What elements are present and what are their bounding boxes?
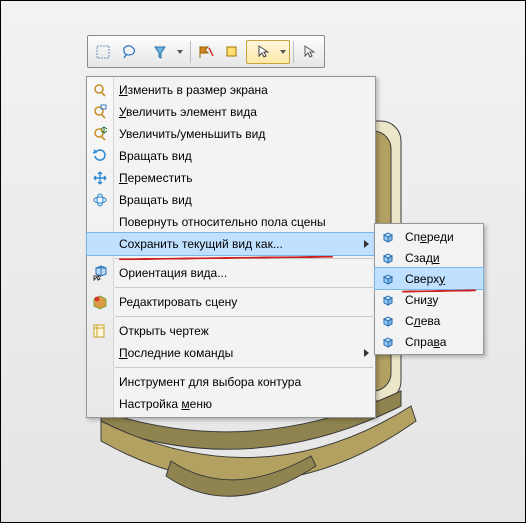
menu-item-label: Вращать вид — [119, 193, 192, 207]
menu-item-label: Инструмент для выбора контура — [119, 375, 301, 389]
pointer-dropdown-button[interactable] — [246, 40, 290, 64]
cursor-button[interactable] — [297, 40, 321, 64]
menu-separator — [115, 367, 373, 368]
menu-item-label: Редактировать сцену — [119, 295, 237, 309]
blank-icon — [91, 395, 109, 413]
menu-item-label: Последние команды — [119, 346, 233, 360]
view-context-menu: Изменить в размер экрана Увеличить элемен… — [86, 76, 376, 418]
toolbar-separator — [190, 41, 191, 63]
zoom-fit-icon — [91, 81, 109, 99]
menu-item-label: Слева — [405, 314, 440, 328]
blank-icon — [91, 213, 109, 231]
drawing-icon — [91, 322, 109, 340]
menu-item-0[interactable]: Открыть чертеж — [87, 320, 375, 342]
chevron-down-icon — [280, 50, 286, 54]
submenu-item-3[interactable]: Снизу — [375, 289, 483, 310]
menu-item-4[interactable]: Переместить — [87, 167, 375, 189]
submenu-item-1[interactable]: Сзади — [375, 247, 483, 268]
menu-item-label: Изменить в размер экрана — [119, 83, 268, 97]
blank-icon — [91, 344, 109, 362]
toolbar-separator — [293, 41, 294, 63]
menu-item-label: Снизу — [405, 293, 438, 307]
zoom-element-icon — [91, 103, 109, 121]
menu-item-2[interactable]: Увеличить/уменьшить вид — [87, 123, 375, 145]
selection-toolbar — [87, 35, 325, 68]
submenu-arrow-icon — [364, 240, 369, 248]
menu-item-label: Справа — [405, 335, 446, 349]
menu-item-label: Повернуть относительно пола сцены — [119, 215, 326, 229]
chevron-down-icon — [177, 50, 183, 54]
pan-icon — [91, 169, 109, 187]
menu-item-0[interactable]: Инструмент для выбора контура — [87, 371, 375, 393]
cube-icon — [379, 249, 397, 267]
cube-icon — [379, 333, 397, 351]
menu-item-1[interactable]: Последние команды — [87, 342, 375, 364]
save-view-submenu: Спереди Сзади Сверху Снизу Слева Справа — [374, 223, 484, 355]
menu-item-0[interactable]: Изменить в размер экрана — [87, 79, 375, 101]
submenu-item-2[interactable]: Сверху — [375, 268, 483, 289]
menu-item-label: Спереди — [405, 230, 454, 244]
submenu-item-5[interactable]: Справа — [375, 331, 483, 352]
menu-item-label: Вращать вид — [119, 149, 192, 163]
menu-item-0[interactable]: Редактировать сцену — [87, 291, 375, 313]
submenu-item-0[interactable]: Спереди — [375, 226, 483, 247]
menu-item-5[interactable]: Вращать вид — [87, 189, 375, 211]
cube-icon — [379, 270, 397, 288]
menu-item-label: Открыть чертеж — [119, 324, 209, 338]
zoom-inout-icon — [91, 125, 109, 143]
lasso-select-button[interactable] — [117, 40, 141, 64]
select-box-button[interactable] — [91, 40, 115, 64]
menu-item-label: Увеличить элемент вида — [119, 105, 257, 119]
small-select-button[interactable] — [220, 40, 244, 64]
menu-item-label: Сохранить текущий вид как... — [119, 237, 283, 251]
cube-icon — [379, 312, 397, 330]
menu-separator — [115, 287, 373, 288]
orbit-icon — [91, 191, 109, 209]
menu-item-1[interactable]: Увеличить элемент вида — [87, 101, 375, 123]
menu-item-0[interactable]: Ориентация вида... — [87, 262, 375, 284]
menu-item-3[interactable]: Вращать вид — [87, 145, 375, 167]
menu-item-label: Сзади — [405, 251, 440, 265]
cube-icon — [379, 228, 397, 246]
menu-item-label: Переместить — [119, 171, 193, 185]
menu-item-1[interactable]: Настройка меню — [87, 393, 375, 415]
orient-icon — [91, 264, 109, 282]
menu-item-label: Ориентация вида... — [119, 266, 227, 280]
menu-item-label: Настройка меню — [119, 397, 212, 411]
blank-icon — [91, 373, 109, 391]
menu-item-label: Увеличить/уменьшить вид — [119, 127, 265, 141]
submenu-item-4[interactable]: Слева — [375, 310, 483, 331]
submenu-arrow-icon — [364, 349, 369, 357]
menu-separator — [115, 258, 373, 259]
menu-separator — [115, 316, 373, 317]
cube-icon — [379, 291, 397, 309]
scene-icon — [91, 293, 109, 311]
flag-toggle-button[interactable] — [194, 40, 218, 64]
blank-icon — [91, 235, 109, 253]
filter-select-button[interactable] — [143, 40, 187, 64]
menu-item-7[interactable]: Сохранить текущий вид как... — [87, 233, 375, 255]
menu-item-6[interactable]: Повернуть относительно пола сцены — [87, 211, 375, 233]
rotate-icon — [91, 147, 109, 165]
menu-item-label: Сверху — [405, 272, 445, 286]
